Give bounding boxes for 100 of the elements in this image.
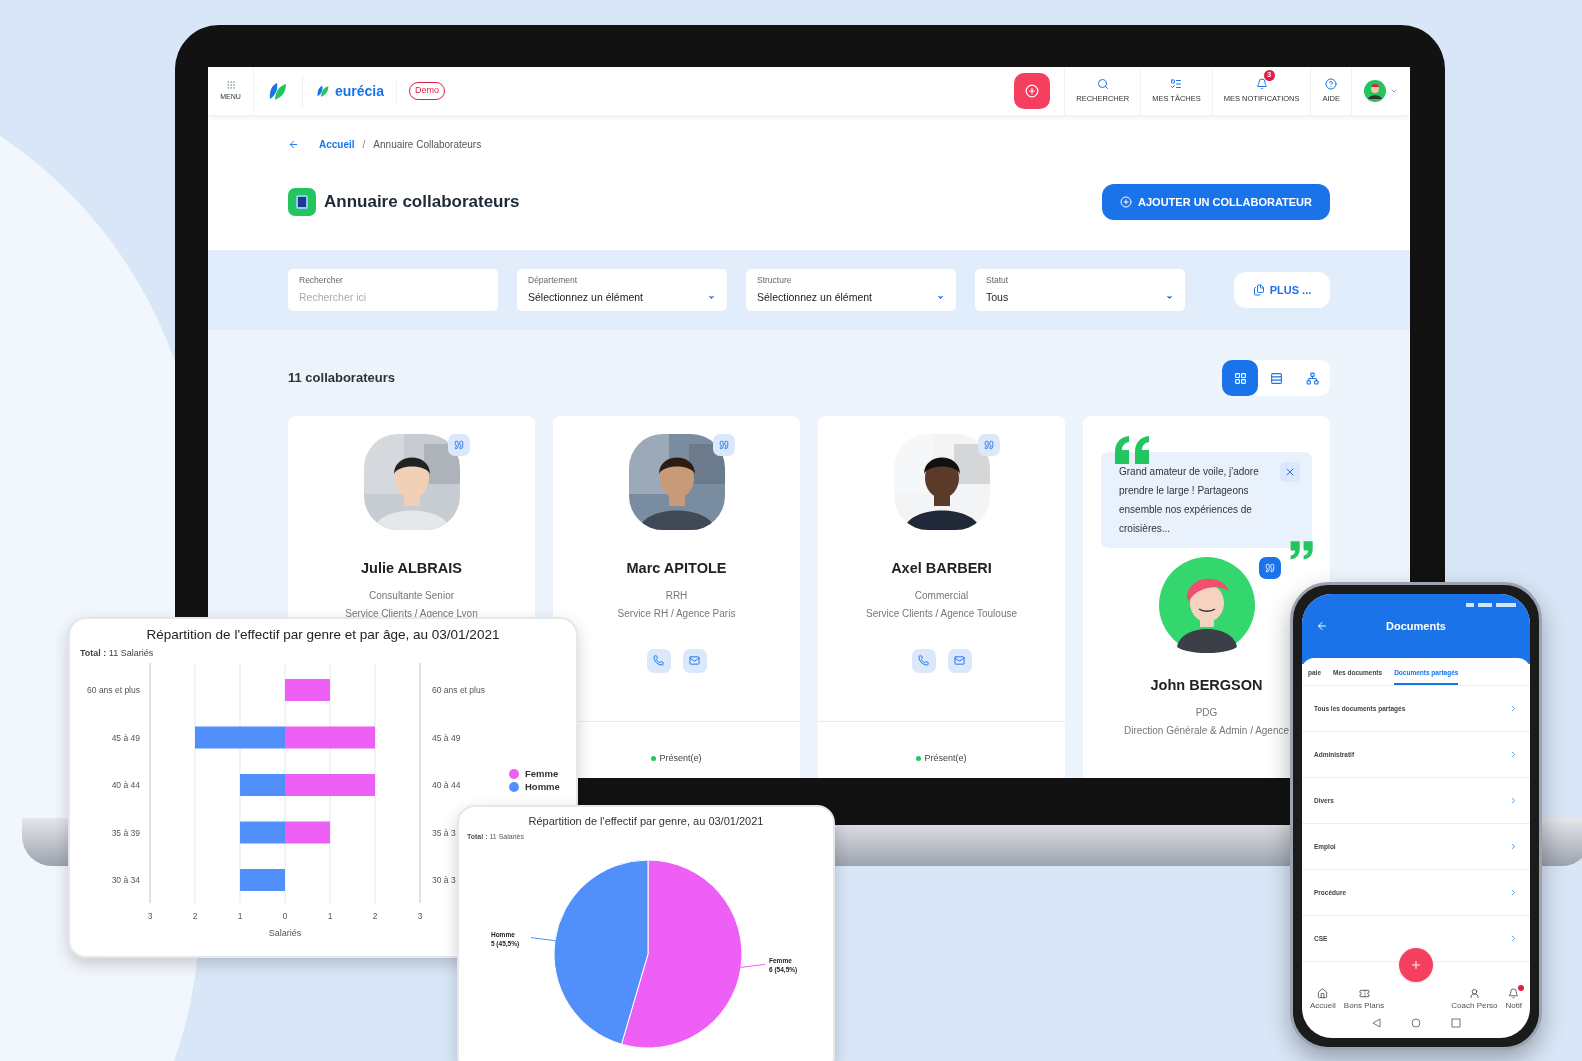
add-collaborator-button[interactable]: AJOUTER UN COLLABORATEUR <box>1102 184 1330 220</box>
job-title: PDG <box>1195 705 1218 720</box>
job-title: Consultante Senior <box>368 588 455 603</box>
quote-icon <box>453 440 464 450</box>
page-title: Annuaire collaborateurs <box>324 191 520 214</box>
bell-icon <box>1255 77 1268 90</box>
plus-circle-icon <box>1120 196 1133 208</box>
field-value: Sélectionnez un élément <box>757 289 872 305</box>
quote-button[interactable] <box>712 434 735 456</box>
dropdown-field[interactable]: Département Sélectionnez un élément <box>517 269 727 311</box>
axis-label: 40 à 44 <box>432 779 461 790</box>
chart-title: Répartition de l'effectif par genre et par âge, au 03/01/2021 <box>145 626 501 644</box>
quote-button[interactable] <box>447 434 470 456</box>
dropdown-field[interactable]: Structure Sélectionnez un élément <box>746 269 956 311</box>
directory-icon <box>288 188 316 216</box>
screen-title: Documents <box>1385 619 1447 634</box>
back-triangle-icon[interactable] <box>1371 1018 1381 1028</box>
back-arrow-icon[interactable] <box>1316 620 1328 633</box>
bottom-nav-item[interactable]: Bons Plans <box>1343 988 1385 1012</box>
department-text: Service RH / Agence Paris <box>617 606 736 621</box>
axis-label: 45 à 49 <box>432 732 461 743</box>
back-arrow-icon[interactable] <box>288 139 299 150</box>
view-button[interactable] <box>1222 360 1258 396</box>
department-text: Direction Générale & Admin / Agence <box>1123 723 1290 738</box>
tick-label: 2 <box>192 910 198 921</box>
brand-logo-icon <box>315 83 331 99</box>
field-label: Département <box>528 274 579 287</box>
home-circle-icon[interactable] <box>1410 1018 1421 1028</box>
breadcrumb-link[interactable]: Accueil <box>319 137 355 152</box>
phone-button[interactable] <box>646 648 671 673</box>
tick-label: 2 <box>372 910 378 921</box>
bar <box>240 821 285 844</box>
chart-total: Total : 11 Salariés <box>80 647 155 661</box>
quote-button[interactable] <box>977 434 1000 456</box>
grid-icon <box>1233 371 1247 385</box>
quote-button[interactable] <box>1258 556 1281 579</box>
close-button[interactable] <box>1280 462 1300 482</box>
chart-title: Répartition de l'effectif par genre, au 03/01/2021 <box>527 814 765 829</box>
collaborator-name: John BERGSON <box>1150 675 1263 695</box>
legend-label: Homme <box>525 780 560 792</box>
chevron-icon <box>1509 888 1518 897</box>
more-filters-button[interactable]: PLUS ... <box>1234 272 1330 308</box>
field-label: Rechercher <box>299 274 344 287</box>
job-title: Commercial <box>914 588 969 603</box>
status-bar-icons <box>1466 602 1516 608</box>
collaborator-name: Axel BARBERI <box>891 559 992 578</box>
leader-line <box>530 937 556 942</box>
chevron-icon <box>1509 842 1518 851</box>
ticket-icon <box>1358 988 1370 999</box>
presence-status: Présent(e) <box>651 752 702 766</box>
email-button[interactable] <box>682 648 707 673</box>
axis-label: 35 à 39 <box>111 827 140 838</box>
quote-icon <box>718 440 729 450</box>
search-input[interactable]: Rechercher ici <box>299 289 487 306</box>
help-icon <box>1325 77 1338 90</box>
leader-line <box>740 963 766 968</box>
caret-icon <box>1390 87 1398 95</box>
department-text: Service Clients / Agence Lyon <box>345 606 478 621</box>
chevron-icon <box>1509 934 1518 943</box>
mail-icon <box>954 655 965 667</box>
tick-label: 3 <box>147 910 153 921</box>
bell-icon <box>1508 988 1520 999</box>
axis-label: 40 à 44 <box>111 779 140 790</box>
axis-label: 45 à 49 <box>111 732 140 743</box>
dropdown-field[interactable]: Statut Tous <box>975 269 1185 311</box>
bottom-nav-item[interactable]: Notif <box>1505 988 1522 1012</box>
person-icon <box>1468 988 1480 999</box>
axis-label: 30 à 3 <box>432 874 456 885</box>
tick-label: 3 <box>417 910 423 921</box>
chevron-icon <box>1509 750 1518 759</box>
bottom-nav-item[interactable]: Accueil <box>1310 988 1336 1012</box>
quotation-mark-icon <box>1288 540 1314 561</box>
email-button[interactable] <box>947 648 972 673</box>
collaborator-name: Marc APITOLE <box>626 559 727 578</box>
search-icon <box>1096 77 1109 90</box>
bottom-nav-item[interactable]: Coach Perso <box>1451 988 1498 1012</box>
files-icon <box>1252 284 1265 296</box>
quote-text: Grand amateur de voile, j'adore prendre le large ! Partageons ensemble nos expériences de croisières... <box>1119 465 1259 536</box>
home-icon <box>1317 988 1329 999</box>
quote-icon <box>1264 562 1275 573</box>
hierarchy-icon <box>1305 371 1319 385</box>
department-text: Service Clients / Agence Toulouse <box>866 606 1017 621</box>
add-button[interactable] <box>1014 73 1051 109</box>
field-label: Structure <box>757 274 793 287</box>
axis-label: 60 ans et plus <box>432 684 485 695</box>
chevron-icon <box>1509 704 1518 713</box>
close-icon <box>1284 466 1296 478</box>
fab-button[interactable] <box>1399 948 1433 982</box>
bar <box>285 678 330 701</box>
field-value: Tous <box>986 289 1009 305</box>
collaborator-name: Julie ALBRAIS <box>361 559 462 578</box>
tick-label: 1 <box>237 910 243 921</box>
brand-name: eurécia <box>335 81 385 101</box>
bar <box>285 821 330 844</box>
phone-icon <box>653 655 664 667</box>
search-field[interactable]: Rechercher Rechercher ici <box>288 269 498 311</box>
phone-button[interactable] <box>911 648 936 673</box>
square-icon[interactable] <box>1450 1018 1461 1028</box>
phone-icon <box>918 655 929 667</box>
presence-status: Présent(e) <box>916 752 967 766</box>
